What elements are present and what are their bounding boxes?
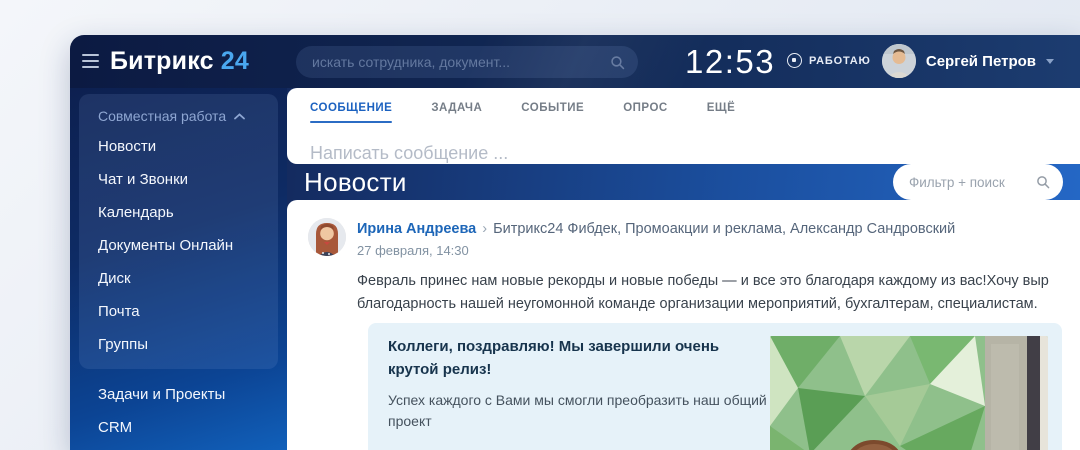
chevron-up-icon bbox=[234, 113, 245, 120]
filter-search-input[interactable] bbox=[909, 175, 1035, 190]
quote-text: Успех каждого с Вами мы смогли преобрази… bbox=[388, 390, 808, 432]
sidebar-item[interactable]: Группы bbox=[79, 328, 278, 361]
sidebar-other-items: Задачи и ПроектыCRMМаркетинг bbox=[70, 378, 287, 450]
work-status[interactable]: РАБОТАЮ bbox=[787, 53, 871, 68]
sidebar-group-items: НовостиЧат и ЗвонкиКалендарьДокументы Он… bbox=[79, 130, 278, 361]
composer-tab[interactable]: ЗАДАЧА bbox=[431, 102, 482, 127]
composer-tab[interactable]: СОБЫТИЕ bbox=[521, 102, 584, 127]
sidebar-item[interactable]: Диск bbox=[79, 262, 278, 295]
profile-name: Сергей Петров bbox=[926, 53, 1036, 70]
message-input[interactable] bbox=[310, 143, 1050, 164]
composer-tab[interactable]: ЕЩЁ bbox=[707, 102, 736, 127]
sidebar-item[interactable]: Задачи и Проекты bbox=[70, 378, 287, 411]
composer-panel: СООБЩЕНИЕ ЗАДАЧА СОБЫТИЕ ОПРОС ЕЩЁ bbox=[287, 88, 1080, 164]
logo-suffix: 24 bbox=[221, 47, 249, 75]
logo-brand: Битрикс bbox=[110, 47, 214, 75]
workday-clock[interactable]: 12:53 bbox=[685, 43, 775, 81]
post-photo[interactable] bbox=[770, 336, 1048, 450]
post-recipients-link[interactable]: Битрикс24 Фибдек, Промоакции и реклама, … bbox=[493, 221, 955, 237]
post-header: Ирина Андреева › Битрикс24 Фибдек, Промоак… bbox=[308, 218, 1063, 258]
quote-title: Коллеги, поздравляю! Мы завершили очень … bbox=[388, 336, 763, 381]
desktop-background: Битрикс24 12:53 РАБОТАЮ bbox=[0, 0, 1080, 450]
quoted-message: Коллеги, поздравляю! Мы завершили очень … bbox=[368, 323, 1062, 450]
profile-menu[interactable]: Сергей Петров bbox=[882, 44, 1054, 78]
sidebar-item[interactable]: Новости bbox=[79, 130, 278, 163]
status-record-icon bbox=[787, 53, 802, 68]
top-bar: Битрикс24 12:53 РАБОТАЮ bbox=[70, 35, 1080, 88]
search-icon bbox=[1035, 174, 1051, 190]
bitrix24-window: Битрикс24 12:53 РАБОТАЮ bbox=[70, 35, 1080, 450]
sidebar: Совместная работа НовостиЧат и ЗвонкиКал… bbox=[70, 88, 287, 450]
global-search[interactable] bbox=[296, 46, 638, 78]
sidebar-item[interactable]: Маркетинг bbox=[70, 444, 287, 450]
news-header-band: Новости bbox=[287, 164, 1080, 200]
main-column: СООБЩЕНИЕ ЗАДАЧА СОБЫТИЕ ОПРОС ЕЩЁ Новости bbox=[287, 88, 1080, 450]
sidebar-item[interactable]: Календарь bbox=[79, 196, 278, 229]
post-title-line: Ирина Андреева › Битрикс24 Фибдек, Промоак… bbox=[357, 221, 955, 237]
global-search-input[interactable] bbox=[312, 54, 609, 70]
breadcrumb-separator: › bbox=[482, 221, 487, 237]
filter-search[interactable] bbox=[893, 164, 1063, 200]
status-label: РАБОТАЮ bbox=[809, 55, 871, 67]
sidebar-group-collaboration: Совместная работа НовостиЧат и ЗвонкиКал… bbox=[79, 94, 278, 369]
page-title: Новости bbox=[304, 167, 407, 198]
app-logo[interactable]: Битрикс24 bbox=[110, 47, 249, 76]
menu-icon[interactable] bbox=[82, 54, 99, 68]
sidebar-item[interactable]: Почта bbox=[79, 295, 278, 328]
composer-tabs: СООБЩЕНИЕ ЗАДАЧА СОБЫТИЕ ОПРОС ЕЩЁ bbox=[310, 102, 1080, 127]
feed-card: Ирина Андреева › Битрикс24 Фибдек, Промоак… bbox=[287, 200, 1080, 450]
composer-tab[interactable]: ОПРОС bbox=[623, 102, 667, 127]
user-avatar bbox=[882, 44, 916, 78]
sidebar-group-label: Совместная работа bbox=[98, 108, 226, 124]
post-meta: Ирина Андреева › Битрикс24 Фибдек, Промоак… bbox=[357, 218, 955, 258]
post-timestamp: 27 февраля, 14:30 bbox=[357, 243, 955, 258]
author-avatar[interactable] bbox=[308, 218, 346, 256]
chevron-down-icon bbox=[1046, 59, 1054, 64]
post-body-text: Февраль принес нам новые рекорды и новые… bbox=[357, 270, 1063, 315]
post-author-link[interactable]: Ирина Андреева bbox=[357, 221, 476, 237]
sidebar-item[interactable]: Документы Онлайн bbox=[79, 229, 278, 262]
search-icon bbox=[609, 54, 626, 71]
content-row: Совместная работа НовостиЧат и ЗвонкиКал… bbox=[70, 88, 1080, 450]
sidebar-group-toggle[interactable]: Совместная работа bbox=[79, 100, 278, 130]
sidebar-item[interactable]: CRM bbox=[70, 411, 287, 444]
sidebar-item[interactable]: Чат и Звонки bbox=[79, 163, 278, 196]
composer-tab[interactable]: СООБЩЕНИЕ bbox=[310, 102, 392, 127]
